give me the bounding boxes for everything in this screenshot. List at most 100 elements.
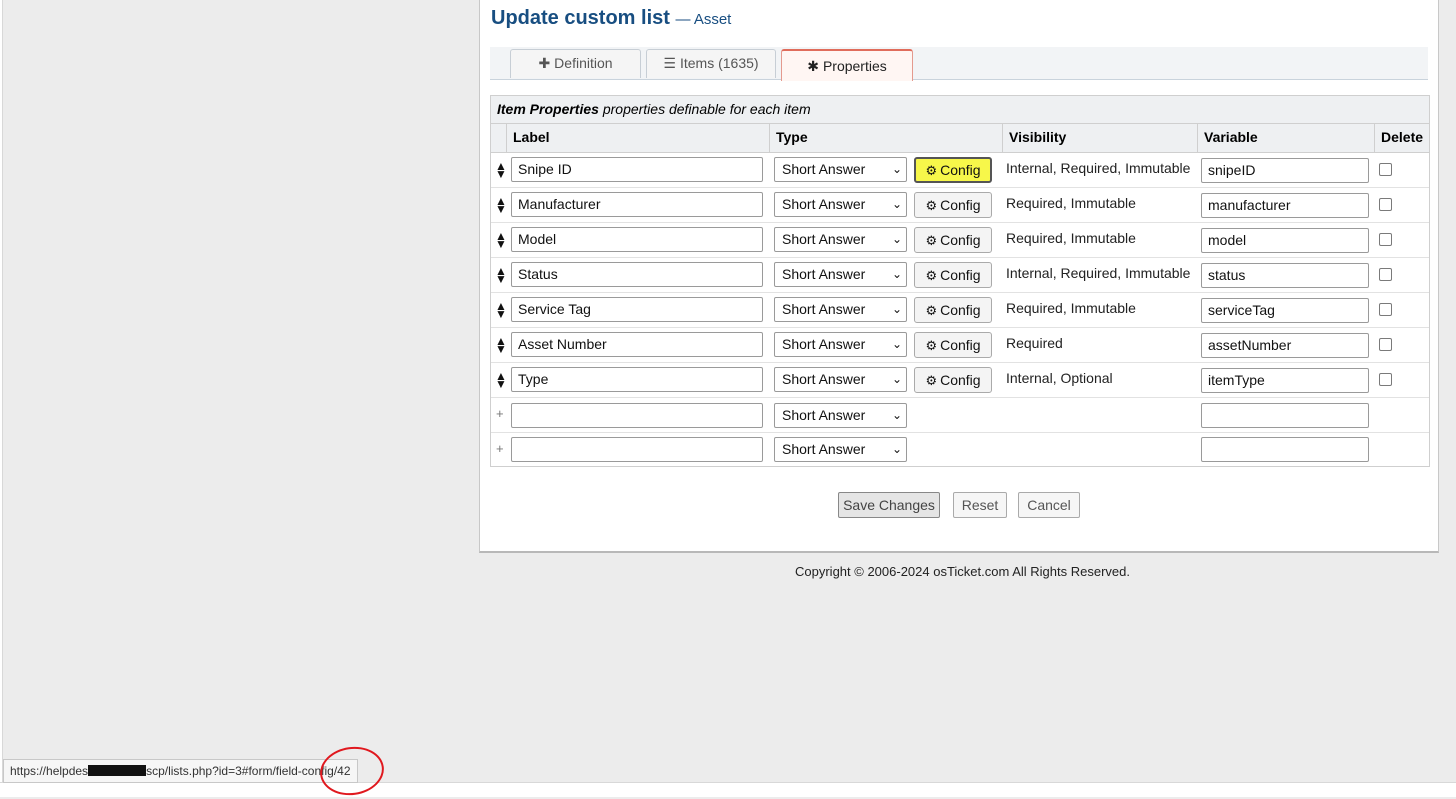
type-select-value: Short Answer (782, 266, 866, 282)
delete-checkbox[interactable] (1379, 373, 1392, 386)
drag-handle-icon[interactable]: ▲ ▼ (495, 335, 507, 355)
chevron-down-icon: ⌄ (891, 162, 902, 176)
config-button[interactable]: ⚙ Config (914, 332, 992, 358)
label-input[interactable]: Model (511, 227, 763, 252)
table-row: ▲ ▼ Service Tag Short Answer ⌄ ⚙ Config Req… (491, 293, 1429, 328)
tab-definition[interactable]: ✚ Definition (510, 49, 641, 78)
variable-input[interactable]: status (1201, 263, 1369, 288)
config-button[interactable]: ⚙ Config (914, 262, 992, 288)
column-header-type: Type (769, 124, 1003, 152)
config-button[interactable]: ⚙ Config (914, 157, 992, 183)
type-select-value: Short Answer (782, 161, 866, 177)
gear-icon: ⚙ (925, 268, 938, 283)
label-input[interactable]: Manufacturer (511, 192, 763, 217)
config-button-label: Config (940, 162, 981, 178)
table-row: ▲ ▼ Model Short Answer ⌄ ⚙ Config Required,… (491, 223, 1429, 258)
drag-handle-icon[interactable]: ▲ ▼ (495, 160, 507, 180)
label-input[interactable]: Asset Number (511, 332, 763, 357)
config-button[interactable]: ⚙ Config (914, 192, 992, 218)
cancel-button[interactable]: Cancel (1018, 492, 1080, 518)
visibility-text: Required, Immutable (1006, 230, 1136, 246)
type-select[interactable]: Short Answer ⌄ (774, 367, 907, 392)
page-subtitle: — Asset (675, 11, 732, 28)
gear-icon: ⚙ (925, 198, 938, 213)
type-select[interactable]: Short Answer ⌄ (774, 157, 907, 182)
variable-input[interactable]: model (1201, 228, 1369, 253)
tab-properties[interactable]: ✱ Properties (781, 49, 913, 81)
type-select[interactable]: Short Answer ⌄ (774, 332, 907, 357)
caption-description: properties definable for each item (602, 101, 811, 117)
tab-items[interactable]: ☰ Items (1635) (646, 49, 776, 78)
config-button[interactable]: ⚙ Config (914, 227, 992, 253)
variable-input[interactable]: manufacturer (1201, 193, 1369, 218)
variable-input[interactable]: assetNumber (1201, 333, 1369, 358)
new-type-select[interactable]: Short Answer ⌄ (774, 403, 907, 428)
new-label-input[interactable] (511, 437, 763, 462)
properties-table: Item Properties properties definable for… (490, 95, 1430, 467)
config-button-label: Config (940, 337, 981, 353)
delete-checkbox[interactable] (1379, 338, 1392, 351)
chevron-down-icon: ⌄ (891, 302, 902, 316)
drag-handle-icon[interactable]: ▲ ▼ (495, 300, 507, 320)
type-select-value: Short Answer (782, 407, 866, 423)
window-bottom-edge (0, 782, 1456, 797)
table-row: ▲ ▼ Status Short Answer ⌄ ⚙ Config Internal… (491, 258, 1429, 293)
chevron-down-icon: ⌄ (891, 372, 902, 386)
plus-icon: + (496, 441, 504, 456)
type-select[interactable]: Short Answer ⌄ (774, 297, 907, 322)
config-button-label: Config (940, 232, 981, 248)
type-select[interactable]: Short Answer ⌄ (774, 262, 907, 287)
config-button[interactable]: ⚙ Config (914, 367, 992, 393)
list-icon: ☰ (663, 55, 676, 71)
tab-items-label: Items (1635) (679, 55, 759, 71)
column-header-visibility: Visibility (1002, 124, 1197, 152)
delete-checkbox[interactable] (1379, 303, 1392, 316)
save-changes-button[interactable]: Save Changes (838, 492, 940, 518)
delete-checkbox[interactable] (1379, 233, 1392, 246)
type-select[interactable]: Short Answer ⌄ (774, 227, 907, 252)
delete-checkbox[interactable] (1379, 268, 1392, 281)
type-select[interactable]: Short Answer ⌄ (774, 192, 907, 217)
tab-properties-label: Properties (822, 58, 887, 74)
drag-handle-icon[interactable]: ▲ ▼ (495, 195, 507, 215)
config-button-label: Config (940, 197, 981, 213)
gear-icon: ⚙ (925, 338, 938, 353)
copyright-footer: Copyright © 2006-2024 osTicket.com All R… (795, 564, 1130, 579)
drag-handle-icon[interactable]: ▲ ▼ (495, 230, 507, 250)
tab-bar: ✚ Definition ☰ Items (1635) ✱ Properties (490, 47, 1428, 81)
visibility-text: Required, Immutable (1006, 195, 1136, 211)
table-row: ▲ ▼ Snipe ID Short Answer ⌄ ⚙ Config Intern… (491, 153, 1429, 188)
variable-input[interactable]: itemType (1201, 368, 1369, 393)
config-button[interactable]: ⚙ Config (914, 297, 992, 323)
reset-button[interactable]: Reset (953, 492, 1007, 518)
drag-handle-icon[interactable]: ▲ ▼ (495, 265, 507, 285)
label-input[interactable]: Service Tag (511, 297, 763, 322)
variable-input[interactable]: snipeID (1201, 158, 1369, 183)
new-field-row: + Short Answer ⌄ (491, 398, 1429, 433)
table-caption: Item Properties properties definable for… (491, 96, 1429, 124)
label-input[interactable]: Snipe ID (511, 157, 763, 182)
delete-checkbox[interactable] (1379, 198, 1392, 211)
label-input[interactable]: Type (511, 367, 763, 392)
visibility-text: Internal, Required, Immutable (1006, 160, 1191, 176)
new-variable-input[interactable] (1201, 437, 1369, 462)
new-label-input[interactable] (511, 403, 763, 428)
new-field-row: + Short Answer ⌄ (491, 433, 1429, 466)
type-select-value: Short Answer (782, 301, 866, 317)
gear-icon: ⚙ (925, 233, 938, 248)
label-input[interactable]: Status (511, 262, 763, 287)
config-button-label: Config (940, 267, 981, 283)
drag-handle-icon[interactable]: ▲ ▼ (495, 370, 507, 390)
visibility-text: Internal, Required, Immutable (1006, 265, 1191, 281)
new-variable-input[interactable] (1201, 403, 1369, 428)
visibility-text: Required (1006, 335, 1063, 351)
variable-input[interactable]: serviceTag (1201, 298, 1369, 323)
asterisk-icon: ✱ (807, 58, 819, 74)
config-button-label: Config (940, 302, 981, 318)
new-type-select[interactable]: Short Answer ⌄ (774, 437, 907, 462)
visibility-text: Required, Immutable (1006, 300, 1136, 316)
page-title: Update custom list — Asset (491, 7, 731, 30)
browser-status-bar: https://helpdes scp/lists.php?id=3#form/f… (3, 759, 358, 783)
window-left-border (0, 0, 3, 782)
delete-checkbox[interactable] (1379, 163, 1392, 176)
